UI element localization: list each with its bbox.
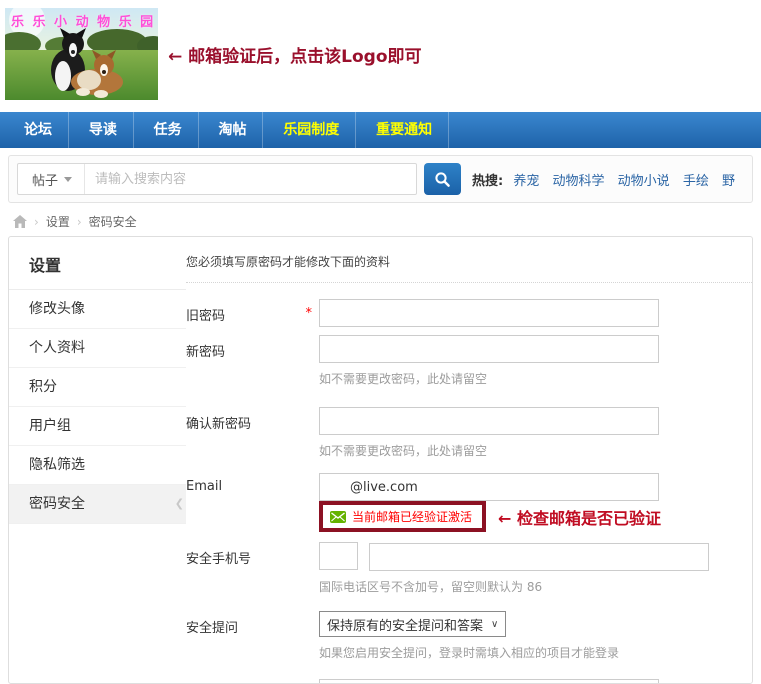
- confirm-password-label: 确认新密码: [186, 407, 319, 459]
- form-row-answer: 回答: [186, 679, 752, 683]
- confirm-password-input[interactable]: [319, 407, 659, 435]
- content-panel: 设置 修改头像 个人资料 积分 用户组 隐私筛选 密码安全 ❮ 您必须填写原密码…: [8, 236, 753, 684]
- field-label-text: 旧密码: [186, 309, 225, 324]
- hot-search: 热搜: 养宠 动物科学 动物小说 手绘 野: [472, 170, 744, 189]
- answer-input[interactable]: [319, 679, 659, 683]
- phone-hint: 国际电话区号不含加号，留空则默认为 86: [319, 578, 752, 595]
- security-question-select[interactable]: 保持原有的安全提问和答案 ∨: [319, 611, 506, 637]
- password-security-form: 您必须填写原密码才能修改下面的资料 旧密码 * 新密码 如不需要更改密码，此处请…: [186, 237, 752, 683]
- site-name: 乐 乐 小 动 物 乐 园: [11, 11, 155, 30]
- nav-item-rules[interactable]: 乐园制度: [267, 112, 356, 148]
- form-row-confirm-password: 确认新密码 如不需要更改密码，此处请留空: [186, 407, 752, 459]
- main-nav: 论坛 导读 任务 淘帖 乐园制度 重要通知: [0, 112, 761, 148]
- form-row-old-password: 旧密码 *: [186, 299, 752, 327]
- required-mark: *: [306, 306, 313, 321]
- search-scope-label: 帖子: [32, 170, 58, 189]
- breadcrumb-settings[interactable]: 设置: [46, 213, 70, 230]
- nav-item-tasks[interactable]: 任务: [138, 112, 199, 148]
- sidebar-item-privacy[interactable]: 隐私筛选: [9, 446, 186, 485]
- phone-label: 安全手机号: [186, 542, 319, 595]
- breadcrumb-separator: ›: [27, 215, 46, 229]
- hot-search-label: 热搜:: [472, 174, 503, 189]
- chevron-down-icon: ∨: [491, 619, 498, 630]
- form-row-new-password: 新密码 如不需要更改密码，此处请留空: [186, 335, 752, 387]
- site-logo[interactable]: 乐 乐 小 动 物 乐 园: [5, 8, 158, 100]
- sidebar-item-avatar[interactable]: 修改头像: [9, 290, 186, 329]
- search-button[interactable]: [424, 163, 461, 195]
- caret-down-icon: [64, 177, 72, 182]
- page-header: 乐 乐 小 动 物 乐 园 ← 邮箱验证后，点击该Logo即可: [0, 0, 761, 100]
- nav-item-guide[interactable]: 导读: [73, 112, 134, 148]
- email-label: Email: [186, 473, 319, 532]
- form-row-security-question: 安全提问 保持原有的安全提问和答案 ∨ 如果您启用安全提问，登录时需填入相应的项…: [186, 611, 752, 661]
- new-password-input[interactable]: [319, 335, 659, 363]
- hot-link-animal-science[interactable]: 动物科学: [553, 174, 605, 189]
- form-row-email: Email 当前邮箱已经验证激活 ← 检查邮箱是: [186, 473, 752, 532]
- search-input[interactable]: [85, 165, 416, 193]
- email-verified-highlight-box: 当前邮箱已经验证激活: [319, 501, 486, 532]
- logo-annotation: ← 邮箱验证后，点击该Logo即可: [168, 42, 422, 67]
- email-input[interactable]: [319, 473, 659, 501]
- hot-link-wild[interactable]: 野: [722, 174, 735, 189]
- sidebar-item-password-security[interactable]: 密码安全 ❮: [9, 485, 186, 524]
- nav-item-forum[interactable]: 论坛: [8, 112, 69, 148]
- old-password-label: 旧密码 *: [186, 299, 319, 327]
- phone-number-input[interactable]: [369, 543, 709, 571]
- security-question-selected-option: 保持原有的安全提问和答案: [327, 615, 483, 634]
- search-icon: [434, 171, 451, 188]
- old-password-input[interactable]: [319, 299, 659, 327]
- nav-item-notice[interactable]: 重要通知: [360, 112, 449, 148]
- security-question-label: 安全提问: [186, 611, 319, 661]
- new-password-label: 新密码: [186, 335, 319, 387]
- confirm-password-hint: 如不需要更改密码，此处请留空: [319, 442, 752, 459]
- security-question-hint: 如果您启用安全提问，登录时需填入相应的项目才能登录: [319, 644, 752, 661]
- nav-item-collections[interactable]: 淘帖: [202, 112, 263, 148]
- form-row-phone: 安全手机号 国际电话区号不含加号，留空则默认为 86: [186, 542, 752, 595]
- chevron-left-icon: ❮: [175, 485, 184, 523]
- email-verified-text: 当前邮箱已经验证激活: [352, 508, 472, 525]
- sidebar-item-credits[interactable]: 积分: [9, 368, 186, 407]
- home-icon[interactable]: [13, 215, 27, 228]
- email-verified-annotation: ← 检查邮箱是否已验证: [498, 505, 661, 529]
- search-group: 帖子: [17, 163, 417, 195]
- sidebar-item-usergroup[interactable]: 用户组: [9, 407, 186, 446]
- hot-link-pets[interactable]: 养宠: [513, 174, 539, 189]
- breadcrumb-separator: ›: [70, 215, 89, 229]
- search-scope-dropdown[interactable]: 帖子: [18, 164, 84, 194]
- email-verified-line: 当前邮箱已经验证激活 ← 检查邮箱是否已验证: [319, 501, 752, 532]
- settings-sidebar: 设置 修改头像 个人资料 积分 用户组 隐私筛选 密码安全 ❮: [9, 237, 186, 683]
- hot-link-animal-novel[interactable]: 动物小说: [618, 174, 670, 189]
- phone-country-code-input[interactable]: [319, 542, 358, 570]
- new-password-hint: 如不需要更改密码，此处请留空: [319, 370, 752, 387]
- sidebar-item-profile[interactable]: 个人资料: [9, 329, 186, 368]
- sidebar-title: 设置: [9, 237, 186, 290]
- mail-icon: [330, 511, 346, 523]
- dotted-divider: [186, 282, 752, 283]
- hot-link-drawing[interactable]: 手绘: [683, 174, 709, 189]
- answer-label: 回答: [186, 679, 319, 683]
- breadcrumb: › 设置 › 密码安全: [13, 213, 761, 230]
- sidebar-item-label: 密码安全: [29, 496, 85, 512]
- breadcrumb-password-security[interactable]: 密码安全: [89, 213, 137, 230]
- form-note: 您必须填写原密码才能修改下面的资料: [186, 253, 752, 270]
- search-panel: 帖子 热搜: 养宠 动物科学 动物小说 手绘 野: [8, 155, 753, 203]
